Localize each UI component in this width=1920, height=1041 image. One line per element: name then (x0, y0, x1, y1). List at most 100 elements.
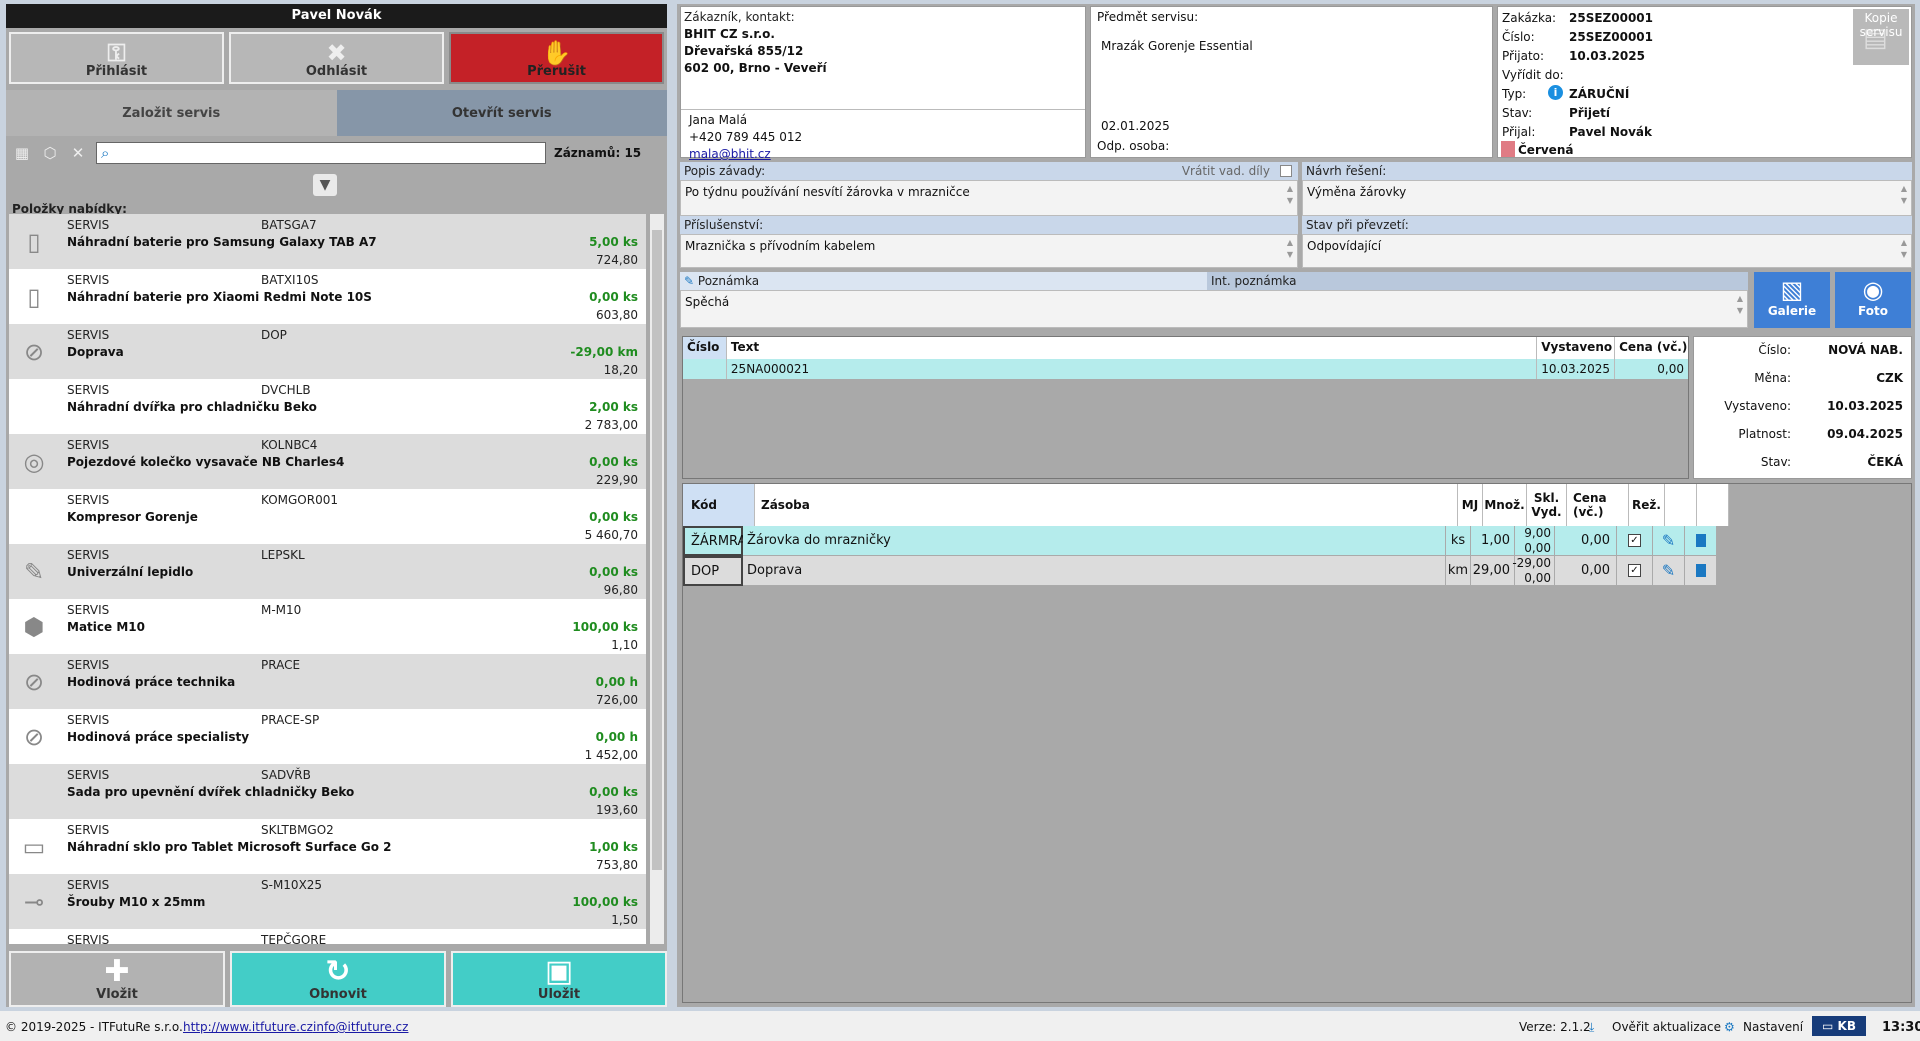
item-qty: 0,00 ks (589, 785, 638, 799)
list-item[interactable]: SERVIS DVCHLB Náhradní dvířka pro chladnič… (9, 379, 646, 434)
col-overhead[interactable]: Rež. (1629, 484, 1665, 526)
copy-service-button[interactable]: ▤ Kopie servisu (1853, 9, 1909, 65)
records-count: Záznamů: 15 (554, 146, 642, 160)
item-code: DVCHLB (261, 383, 311, 397)
col-qty[interactable]: Množ. (1483, 484, 1527, 526)
col-number[interactable]: Číslo (683, 337, 727, 359)
fault-field[interactable]: Po týdnu používání nesvítí žárovka v mra… (680, 180, 1298, 216)
list-item[interactable]: SERVIS TEPČGORE (9, 929, 646, 944)
responsible-label: Odp. osoba: (1097, 139, 1170, 153)
offer-state: ČEKÁ (1867, 455, 1903, 469)
status-bar: © 2019-2025 - ITFutuRe s.r.o. http://www… (0, 1011, 1920, 1041)
list-item[interactable]: ▭ SERVIS SKLTBMGO2 Náhradní sklo pro Tablet… (9, 819, 646, 874)
refresh-button[interactable]: ↻ Obnovit (230, 951, 446, 1007)
gallery-button[interactable]: ▧ Galerie (1754, 272, 1830, 328)
contact-phone: +420 789 445 012 (689, 130, 803, 144)
scroll-arrows-icon[interactable]: ▲ ▼ (1899, 237, 1909, 261)
return-parts-checkbox[interactable] (1280, 165, 1292, 177)
solution-field[interactable]: Výměna žárovky ▲ ▼ (1302, 180, 1912, 216)
color-swatch[interactable] (1501, 141, 1515, 157)
overhead-checkbox[interactable]: ✓ (1617, 556, 1653, 586)
condition-field[interactable]: Odpovídající ▲ ▼ (1302, 234, 1912, 268)
list-item[interactable]: ⊘ SERVIS PRACE-SP Hodinová práce specialist… (9, 709, 646, 764)
box-icon[interactable]: ⬡ (40, 144, 60, 162)
list-item[interactable]: ⊘ SERVIS DOP Doprava -29,00 km 18,20 (9, 324, 646, 379)
col-code[interactable]: Kód (683, 484, 755, 526)
list-item[interactable]: SERVIS KOMGOR001 Kompresor Gorenje 0,00 ks 5… (9, 489, 646, 544)
edit-icon[interactable]: ✎ (1653, 556, 1685, 586)
item-code: PRACE (261, 658, 301, 672)
item-name: Náhradní dvířka pro chladničku Beko (67, 400, 317, 414)
list-item[interactable]: ⬢ SERVIS M-M10 Matice M10 100,00 ks 1,10 (9, 599, 646, 654)
list-item[interactable]: ▯ SERVIS BATSGA7 Náhradní baterie pro Samsu… (9, 214, 646, 269)
taken-label: Přijal: (1502, 125, 1536, 139)
table-row[interactable]: 25NA000021 10.03.2025 0,00 (683, 359, 1688, 379)
note-field[interactable]: Spěchá ▲ ▼ (680, 290, 1748, 328)
col-unit[interactable]: MJ (1458, 484, 1483, 526)
plus-icon: ✚ (104, 954, 130, 989)
order-box: Zakázka: 25SEZ00001 Číslo: 25SEZ00001 Př… (1497, 6, 1912, 158)
list-item[interactable]: ✎ SERVIS LEPSKL Univerzální lepidlo 0,00 ks 9… (9, 544, 646, 599)
part-stock: -29,00 (1512, 555, 1551, 570)
item-name: Matice M10 (67, 620, 145, 634)
col-price[interactable]: Cena (vč.) (1567, 484, 1629, 526)
tab-internal-note[interactable]: Int. poznámka (1207, 272, 1748, 290)
website-link[interactable]: http://www.itfuture.cz (183, 1020, 313, 1034)
wheel-icon: ◎ (23, 448, 45, 476)
col-issued[interactable]: Vystaveno (1537, 337, 1616, 359)
grid-icon[interactable]: ▦ (12, 144, 32, 162)
tools-icon[interactable]: ✕ (68, 144, 88, 162)
overhead-checkbox[interactable]: ✓ (1617, 526, 1653, 556)
customer-label: Zákazník, kontakt: (684, 10, 795, 24)
settings-button[interactable]: Nastavení (1743, 1020, 1803, 1034)
customer-box[interactable]: Zákazník, kontakt: BHIT CZ s.r.o. Dřevař… (680, 6, 1086, 161)
interrupt-button[interactable]: ✋ Přerušit (449, 32, 664, 84)
check-updates-button[interactable]: Ověřit aktualizace (1612, 1020, 1721, 1034)
list-item[interactable]: ⊘ SERVIS PRACE Hodinová práce technika 0,00 … (9, 654, 646, 709)
photo-button[interactable]: ◉ Foto (1835, 272, 1911, 328)
scroll-arrows-icon[interactable]: ▲ ▼ (1899, 183, 1909, 207)
left-panel: Pavel Novák ⚿ Přihlásit ✖ Odhlásit ✋ Pře… (6, 4, 667, 1007)
trash-icon[interactable] (1685, 526, 1717, 556)
part-price: 0,00 (1555, 556, 1617, 586)
scroll-arrows-icon[interactable]: ▲ ▼ (1285, 183, 1295, 207)
col-stock-issued[interactable]: Skl. Vyd. (1527, 484, 1567, 526)
list-scrollbar[interactable] (650, 214, 664, 944)
keyboard-button[interactable]: ▭ KB (1812, 1016, 1866, 1036)
list-item[interactable]: ◎ SERVIS KOLNBC4 Pojezdové kolečko vysavače… (9, 434, 646, 489)
col-text[interactable]: Text (727, 337, 1538, 359)
save-button[interactable]: ▣ Uložit (451, 951, 667, 1007)
item-qty: 0,00 ks (589, 290, 638, 304)
scroll-arrows-icon[interactable]: ▲ ▼ (1285, 237, 1295, 261)
edit-icon[interactable]: ✎ (1653, 526, 1685, 556)
info-icon[interactable]: i (1548, 85, 1563, 100)
nut-icon: ⬢ (23, 613, 45, 641)
list-item[interactable]: ▯ SERVIS BATXI10S Náhradní baterie pro Xiao… (9, 269, 646, 324)
trash-icon[interactable] (1685, 556, 1717, 586)
tab-note[interactable]: ✎ Poznámka (680, 272, 1207, 290)
list-item[interactable]: SERVIS SADVŘB Sada pro upevnění dvířek chl… (9, 764, 646, 819)
type-value: ZÁRUČNÍ (1569, 87, 1630, 101)
accessories-field[interactable]: Mraznička s přívodním kabelem ▲ ▼ (680, 234, 1298, 268)
order-value: 25SEZ00001 (1569, 11, 1653, 25)
insert-button[interactable]: ✚ Vložit (9, 951, 225, 1007)
filter-icon[interactable]: ▼ (313, 174, 337, 196)
logout-button[interactable]: ✖ Odhlásit (229, 32, 444, 84)
item-name: Náhradní sklo pro Tablet Microsoft Surfa… (67, 840, 392, 854)
scroll-arrows-icon[interactable]: ▲ ▼ (1735, 293, 1745, 317)
col-price[interactable]: Cena (vč.) (1615, 337, 1688, 359)
search-input[interactable] (113, 146, 545, 160)
received-value: 10.03.2025 (1569, 49, 1645, 63)
condition-header: Stav při převzetí: (1302, 216, 1912, 234)
item-name: Sada pro upevnění dvířek chladničky Beko (67, 785, 355, 799)
email-link[interactable]: info@itfuture.cz (313, 1020, 408, 1034)
subject-box[interactable]: Předmět servisu: Mrazák Gorenje Essentia… (1090, 6, 1493, 158)
search-icon: ⌕ (101, 144, 110, 162)
col-stock[interactable]: Zásoba (755, 484, 1458, 526)
list-item[interactable]: ⊸ SERVIS S-M10X25 Šrouby M10 x 25mm 100,00 k… (9, 874, 646, 929)
login-button[interactable]: ⚿ Přihlásit (9, 32, 224, 84)
tab-create-service[interactable]: Založit servis (6, 90, 337, 136)
item-category: SERVIS (67, 768, 110, 782)
tab-open-service[interactable]: Otevřít servis (336, 90, 667, 136)
contact-email[interactable]: mala@bhit.cz (689, 147, 771, 161)
